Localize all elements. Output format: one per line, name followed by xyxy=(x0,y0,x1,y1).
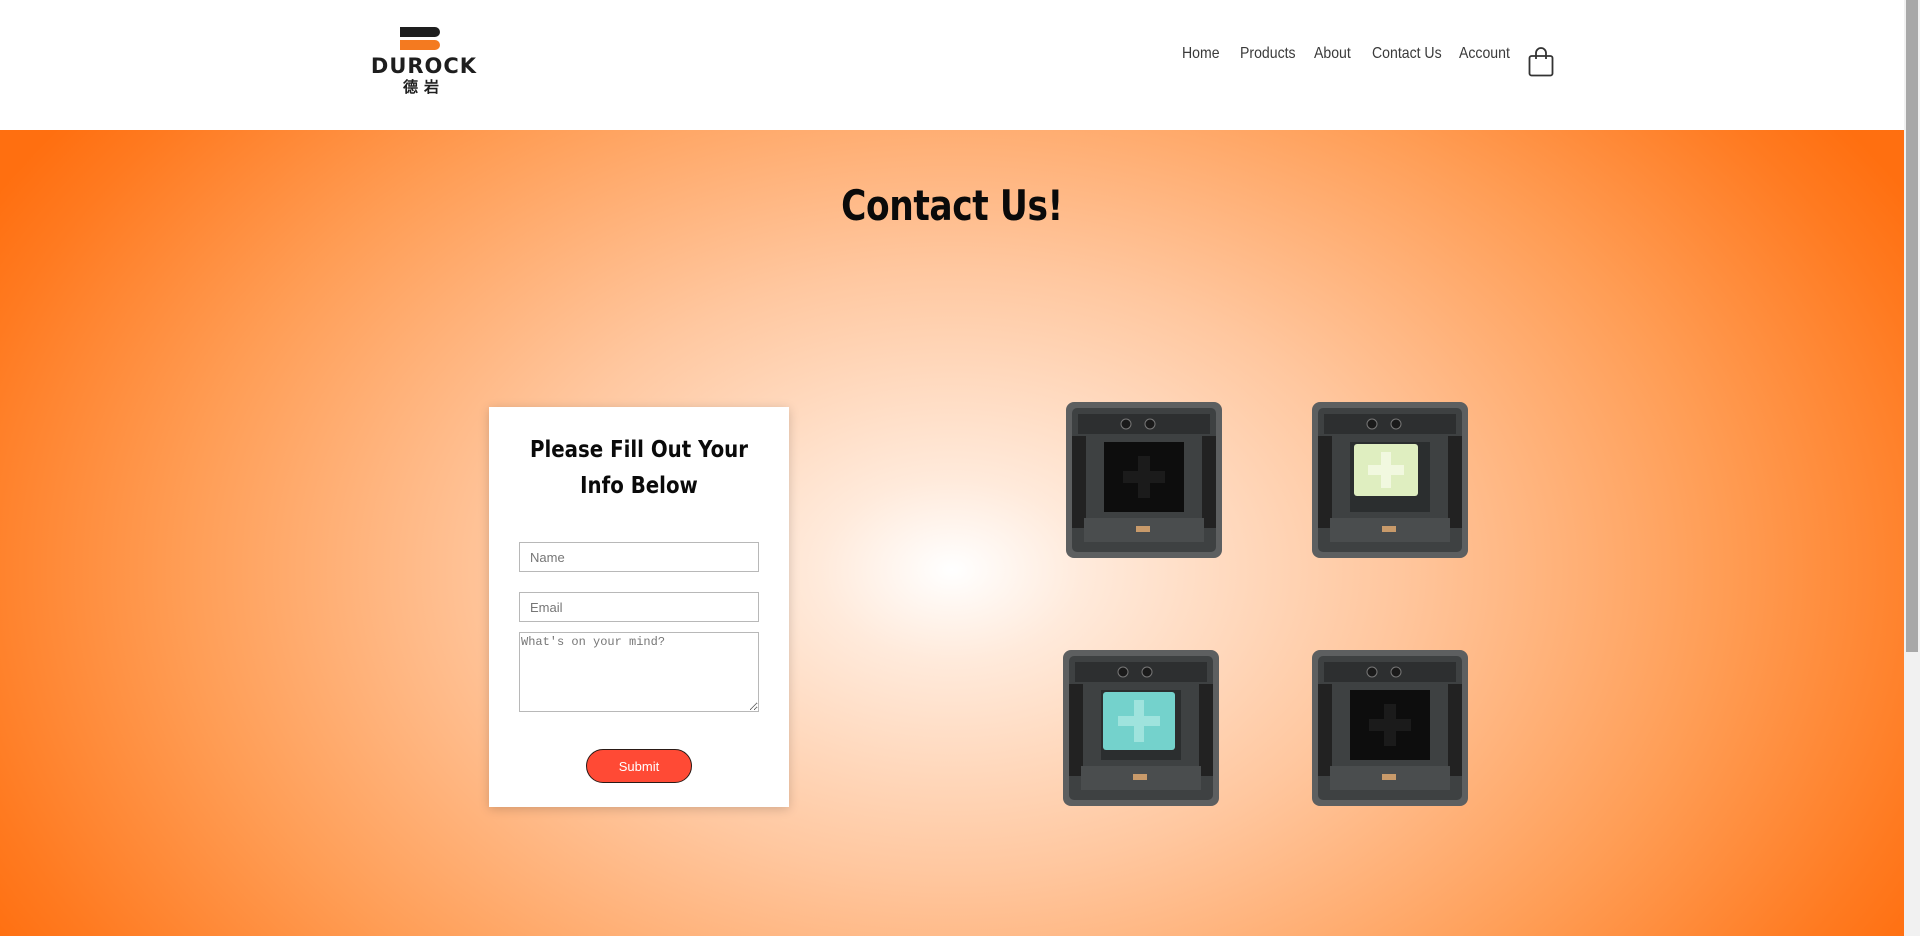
logo-mark-icon xyxy=(400,24,444,50)
page-title: Contact Us! xyxy=(841,181,1063,230)
logo-bar-dark xyxy=(400,27,440,37)
contact-hero: Contact Us! Please Fill Out Your Info Be… xyxy=(0,130,1904,936)
email-input[interactable] xyxy=(519,592,759,622)
submit-button[interactable]: Submit xyxy=(586,749,692,783)
logo-subtitle: 德岩 xyxy=(402,78,445,96)
mechanical-switch-teal-icon xyxy=(1061,648,1221,808)
shopping-bag-icon[interactable] xyxy=(1528,47,1554,77)
mechanical-switch-black-icon xyxy=(1064,400,1224,560)
contact-form-card: Please Fill Out Your Info Below Submit xyxy=(489,407,789,807)
page-scrollbar[interactable] xyxy=(1904,0,1920,936)
nav-account[interactable]: Account xyxy=(1459,45,1510,63)
nav-about[interactable]: About xyxy=(1314,45,1351,63)
mechanical-switch-black-icon xyxy=(1310,648,1470,808)
mechanical-switch-lime-icon xyxy=(1310,400,1470,560)
nav-products[interactable]: Products xyxy=(1240,45,1296,63)
name-input[interactable] xyxy=(519,542,759,572)
form-title: Please Fill Out Your Info Below xyxy=(489,432,789,504)
message-textarea[interactable] xyxy=(519,632,759,712)
form-title-text: Please Fill Out Your Info Below xyxy=(529,437,749,499)
durock-logo[interactable]: DUROCK 德岩 xyxy=(362,24,486,96)
scrollbar-thumb[interactable] xyxy=(1906,0,1918,652)
logo-wordmark: DUROCK xyxy=(370,54,478,78)
nav-home[interactable]: Home xyxy=(1182,45,1220,63)
nav-contact-us[interactable]: Contact Us xyxy=(1372,45,1442,63)
site-header: DUROCK 德岩 Home Products About Contact Us… xyxy=(0,0,1904,130)
logo-bar-orange xyxy=(400,40,440,50)
